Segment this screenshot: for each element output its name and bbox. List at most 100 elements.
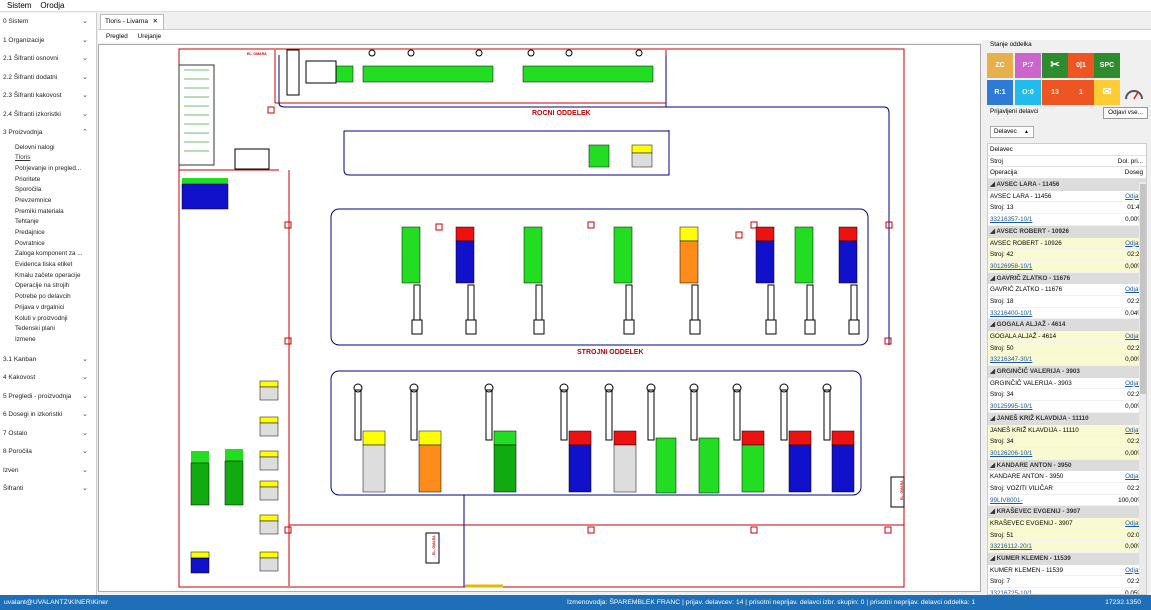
machine-strojni[interactable] [613,444,637,493]
machine-small[interactable] [190,462,210,506]
worker-group-header[interactable]: ◢ KUMER KLEMEN - 11539 [988,553,1146,565]
odjavi-vse-button[interactable]: Odjavi vse... [1103,107,1148,119]
worker-row[interactable]: GOGALA ALJAŽ - 4614 Odjavi [988,331,1146,343]
sidebar-section[interactable]: 4 Kakovost ⌄ [0,369,96,388]
sidebar-section[interactable]: 0 Sistem ⌄ [0,13,96,32]
operation-link[interactable]: 99LIV8001- [990,497,1023,504]
close-icon[interactable]: ✕ [153,15,158,29]
scrollbar-thumb[interactable] [1140,184,1146,394]
machine-status[interactable] [631,144,653,154]
grid-scrollbar[interactable] [1139,182,1146,594]
sidebar-item[interactable]: Potrjevanje in pregled... [0,164,96,175]
sidebar-item[interactable]: Tehtanje [0,217,96,228]
sidebar-section[interactable]: 3.1 Kanban ⌄ [0,351,96,370]
machine-rocni[interactable] [522,65,654,83]
machine-status[interactable] [838,226,858,242]
status-tile[interactable]: SPC [1094,53,1120,78]
worker-group-header[interactable]: ◢ AVSEC ROBERT - 10926 [988,225,1146,238]
worker-group-header[interactable]: ◢ GOGALA ALJAŽ - 4614 [988,319,1146,331]
sidebar-section[interactable]: 5 Pregledi - proizvodnja ⌄ [0,388,96,407]
machine-strojni[interactable] [401,226,421,284]
operation-link[interactable]: 30126206-10/1 [990,450,1032,457]
sidebar-section[interactable]: 6 Dosegi in izkoristki ⌄ [0,406,96,425]
machine-strojni[interactable] [493,444,517,493]
sidebar-section[interactable]: Šifranti ⌄ [0,480,96,499]
machine-small[interactable] [259,520,279,535]
worker-row[interactable]: GRGINČIČ VALERIJA - 3903 Odjavi [988,378,1146,390]
group-by-delavec[interactable]: Delavec ▲ [990,126,1034,138]
machine-status[interactable] [259,416,279,424]
status-tile[interactable]: P:7 [1015,53,1041,78]
sidebar-item[interactable]: Potrebe po delavcih [0,292,96,303]
grid-header[interactable]: Operacija Doseg [988,167,1146,180]
sidebar-item[interactable]: Koluti v proizvodnji [0,314,96,325]
machine-status[interactable] [613,430,637,446]
sidebar-section-proizvodnja[interactable]: 3 Proizvodnja ⌃ [0,124,96,143]
sidebar-item[interactable]: Prioritete [0,175,96,186]
subtab-urejanje[interactable]: Urejanje [138,30,161,43]
sidebar-item[interactable]: Tloris [0,153,96,164]
subtab-pregled[interactable]: Pregled [106,30,128,43]
machine-small[interactable] [259,486,279,501]
grid-header[interactable]: Stroj Dol. pri... [988,156,1146,168]
sidebar-item[interactable]: Evidenca tiska etiket [0,260,96,271]
worker-group-header[interactable]: ◢ GRGINČIČ VALERIJA - 3903 [988,366,1146,378]
sidebar-item[interactable]: Izmene [0,335,96,346]
worker-group-header[interactable]: ◢ KRAŠEVEC EVGENIJ - 3907 [988,506,1146,518]
machine-rocni[interactable] [362,65,494,83]
machine-strojni[interactable] [741,444,765,493]
operation-link[interactable]: 33216347-30/1 [990,356,1032,363]
machine-strojni[interactable] [794,226,814,284]
status-tile[interactable]: ✉ [1094,80,1120,105]
machine-status[interactable] [788,430,812,446]
machine-strojni[interactable] [755,240,775,284]
machine-status[interactable] [418,430,442,446]
machine-status[interactable] [493,430,517,446]
status-tile[interactable]: ZC [987,53,1013,78]
status-tile[interactable]: 13 [1042,80,1068,105]
operation-link[interactable]: 33216357-10/1 [990,216,1032,223]
machine-status[interactable] [259,450,279,458]
machine-status[interactable] [741,430,765,446]
operation-link[interactable]: 33216112-20/1 [990,543,1032,550]
sidebar-item[interactable]: Predajnice [0,228,96,239]
sidebar-item[interactable]: Zaloga komponent za ... [0,249,96,260]
machine-status[interactable] [362,430,386,446]
machine-strojni[interactable] [838,240,858,284]
sidebar-item[interactable]: Kmalu začete operacije [0,271,96,282]
sidebar-section[interactable]: Izven ⌄ [0,462,96,481]
status-tile[interactable]: 0|1 [1068,53,1094,78]
status-tile[interactable]: 1 [1068,80,1094,105]
sidebar-section[interactable]: 8 Poročila ⌄ [0,443,96,462]
machine-strojni[interactable] [655,437,677,494]
machine-status[interactable] [568,430,592,446]
machine-rocni[interactable] [335,65,354,83]
status-tile[interactable]: ✂ [1042,53,1068,78]
machine-strojni[interactable] [698,437,720,494]
machine-status[interactable] [259,551,279,559]
machine-furnace[interactable] [181,183,229,210]
sidebar-section[interactable]: 2.3 Šifranti kakovost ⌄ [0,87,96,106]
machine-strojni[interactable] [831,444,855,493]
status-tile[interactable] [1121,80,1147,105]
machine-status[interactable] [259,514,279,522]
sidebar-item[interactable]: Premiki materiala [0,207,96,218]
machine-status[interactable] [259,480,279,488]
machine-small[interactable] [224,460,244,506]
machine-strojni[interactable] [788,444,812,493]
machine-rocni[interactable] [631,152,653,168]
sidebar-item[interactable]: Prevzemnice [0,196,96,207]
worker-group-header[interactable]: ◢ JANEŠ KRIŽ KLAVDIJA - 11110 [988,412,1146,425]
machine-strojni[interactable] [613,226,633,284]
operation-link[interactable]: 30126958-10/1 [990,263,1032,270]
worker-row[interactable]: KANDARE ANTON - 3950 Odjavi [988,471,1146,483]
machine-strojni[interactable] [455,240,475,284]
machine-small[interactable] [190,557,210,574]
machine-small[interactable] [259,386,279,401]
machine-small[interactable] [259,422,279,437]
machine-rocni[interactable] [588,144,610,168]
machine-strojni[interactable] [568,444,592,493]
machine-status[interactable] [455,226,475,242]
worker-row[interactable]: JANEŠ KRIŽ KLAVDIJA - 11110 Odjavi [988,424,1146,437]
sidebar-item[interactable]: Delovni nalogi [0,143,96,154]
